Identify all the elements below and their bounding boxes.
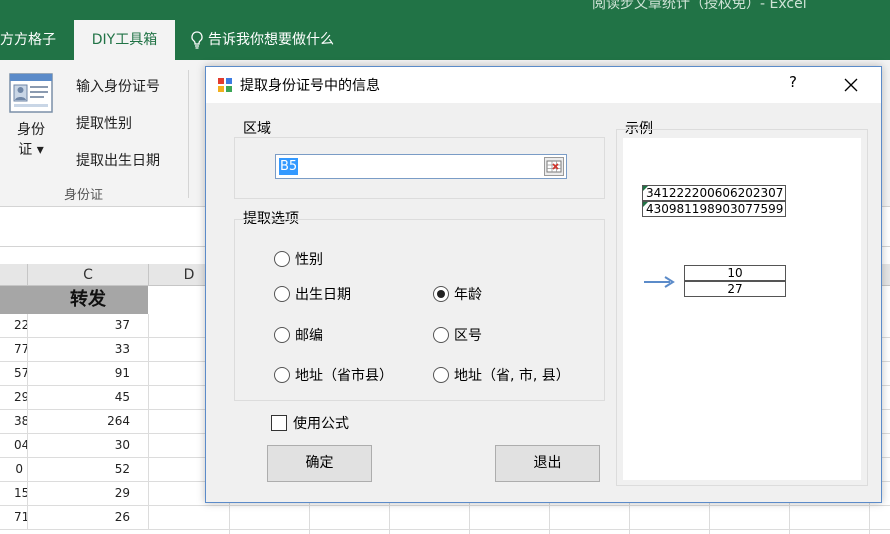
- checkbox-box: [271, 415, 287, 431]
- example-result-1: 10: [684, 265, 786, 281]
- input-id-number-button[interactable]: 输入身份证号: [76, 76, 160, 96]
- close-icon[interactable]: [834, 71, 868, 99]
- arrow-right-icon: [644, 276, 675, 288]
- radio-circle: [433, 367, 449, 383]
- column-header-c[interactable]: C: [28, 264, 149, 286]
- title-bar: 阅读步文章统计（授权免）- Excel: [0, 0, 890, 20]
- tell-me-search[interactable]: 告诉我你想要做什么: [190, 20, 334, 60]
- ok-button[interactable]: 确定: [267, 445, 372, 482]
- radio-age[interactable]: 年龄: [433, 284, 482, 304]
- area-input-value: B5: [279, 158, 299, 175]
- radio-gender[interactable]: 性别: [274, 249, 323, 269]
- radio-address-1[interactable]: 地址（省市县）: [274, 365, 393, 385]
- use-formula-checkbox[interactable]: 使用公式: [271, 413, 349, 433]
- radio-circle: [274, 251, 290, 267]
- help-button[interactable]: ?: [778, 73, 808, 97]
- extract-gender-button[interactable]: 提取性别: [76, 113, 132, 133]
- tab-fangfang[interactable]: 方方格子: [0, 20, 56, 60]
- id-card-button-label[interactable]: 身份 证 ▾: [6, 120, 56, 160]
- tab-diy-toolbox[interactable]: DIY工具箱: [74, 20, 175, 60]
- range-select-icon[interactable]: [544, 157, 564, 176]
- id-card-icon[interactable]: [9, 73, 53, 113]
- radio-circle: [274, 327, 290, 343]
- tell-me-label: 告诉我你想要做什么: [208, 32, 334, 48]
- window-title: 阅读步文章统计（授权免）- Excel: [592, 0, 807, 12]
- table-row: 71 26: [0, 506, 890, 530]
- example-id-2: 430981198903077599: [642, 201, 786, 217]
- header-cell-forward[interactable]: 转发: [28, 286, 148, 314]
- example-id-1: 341222200606202307: [642, 185, 786, 201]
- group-label-id-card: 身份证: [64, 188, 104, 203]
- dialog-titlebar[interactable]: 提取身份证号中的信息 ?: [206, 67, 881, 103]
- ribbon-tabs: 方方格子 DIY工具箱 告诉我你想要做什么: [0, 20, 890, 60]
- example-result-2: 27: [684, 281, 786, 297]
- radio-circle-selected: [433, 286, 449, 302]
- radio-address-2[interactable]: 地址（省, 市, 县）: [433, 365, 570, 385]
- app-icon: [218, 78, 232, 92]
- extract-birthdate-button[interactable]: 提取出生日期: [76, 150, 160, 170]
- quit-button[interactable]: 退出: [495, 445, 600, 482]
- radio-postcode[interactable]: 邮编: [274, 325, 323, 345]
- example-panel: 341222200606202307 430981198903077599 10…: [623, 138, 861, 480]
- radio-circle: [274, 367, 290, 383]
- radio-circle: [433, 327, 449, 343]
- radio-area-code[interactable]: 区号: [433, 325, 482, 345]
- lightbulb-icon: [191, 31, 203, 49]
- area-group-label: 区域: [243, 121, 271, 137]
- group-separator: [188, 70, 189, 198]
- radio-birthdate[interactable]: 出生日期: [274, 284, 351, 304]
- radio-circle: [274, 286, 290, 302]
- dialog-title: 提取身份证号中的信息: [240, 78, 380, 94]
- column-header-b[interactable]: [0, 264, 28, 286]
- area-input[interactable]: B5: [275, 154, 567, 179]
- header-cell-row: 转发: [0, 286, 148, 314]
- extract-id-info-dialog: 提取身份证号中的信息 ? 区域 B5 提取选项 性别 出生日期 年龄 邮编 区号…: [205, 66, 882, 503]
